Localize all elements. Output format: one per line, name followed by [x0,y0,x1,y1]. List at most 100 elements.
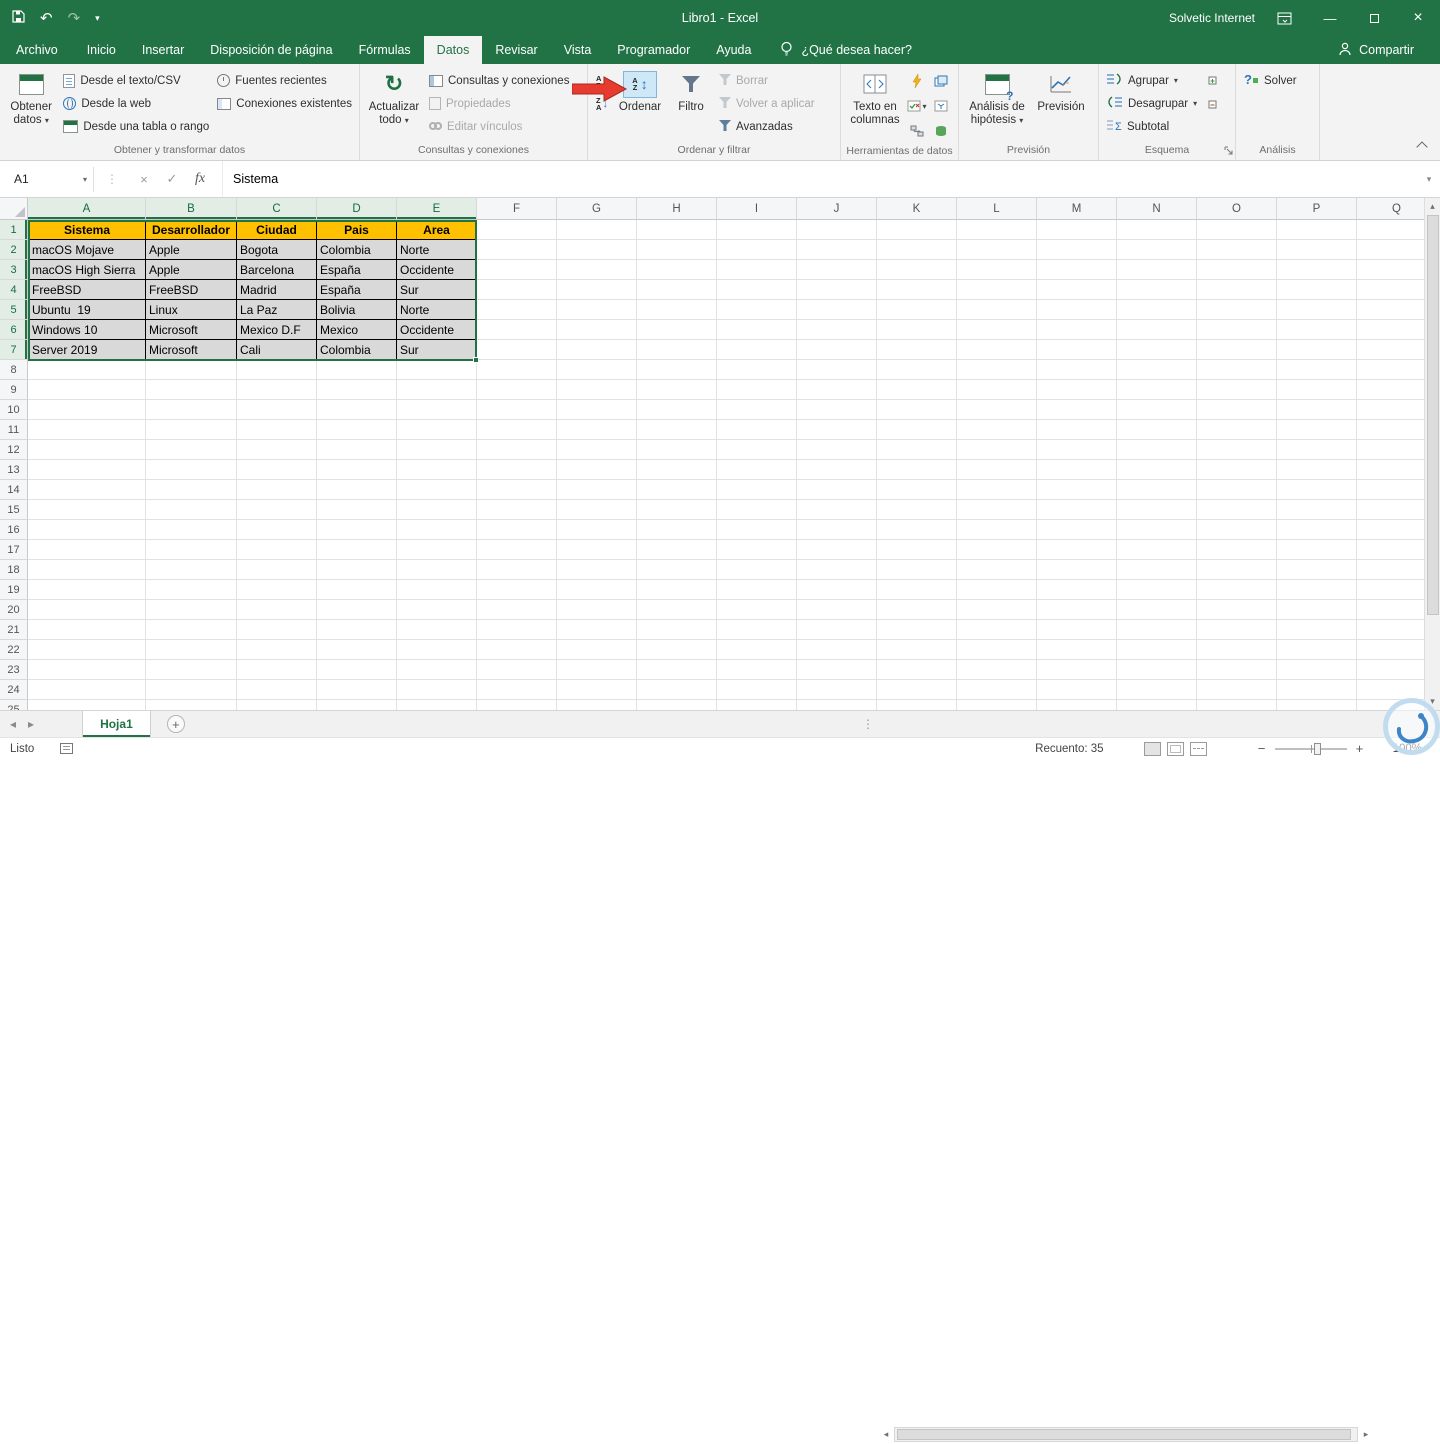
cell-D19[interactable] [317,580,397,600]
cell-F18[interactable] [477,560,557,580]
cell-L18[interactable] [957,560,1037,580]
cell-D15[interactable] [317,500,397,520]
row-header-7[interactable]: 7 [0,340,28,360]
cell-I9[interactable] [717,380,797,400]
cell-K15[interactable] [877,500,957,520]
collapse-ribbon-button[interactable] [1416,140,1428,154]
cell-I14[interactable] [717,480,797,500]
cell-L10[interactable] [957,400,1037,420]
row-header-9[interactable]: 9 [0,380,28,400]
column-header-C[interactable]: C [237,198,317,220]
cell-Q1[interactable] [1357,220,1424,240]
cell-C15[interactable] [237,500,317,520]
cell-M7[interactable] [1037,340,1117,360]
cell-B10[interactable] [146,400,237,420]
cell-H23[interactable] [637,660,717,680]
scroll-left-arrow[interactable]: ◂ [878,1429,894,1440]
column-header-O[interactable]: O [1197,198,1277,220]
cell-H2[interactable] [637,240,717,260]
column-header-K[interactable]: K [877,198,957,220]
cell-J13[interactable] [797,460,877,480]
cell-C25[interactable] [237,700,317,710]
column-header-L[interactable]: L [957,198,1037,220]
tab-disposicion[interactable]: Disposición de página [197,36,345,64]
cell-B8[interactable] [146,360,237,380]
cell-Q22[interactable] [1357,640,1424,660]
column-header-B[interactable]: B [146,198,237,220]
cell-L12[interactable] [957,440,1037,460]
cell-L8[interactable] [957,360,1037,380]
cell-G21[interactable] [557,620,637,640]
horizontal-scroll-thumb[interactable] [897,1429,1351,1440]
refresh-all-button[interactable]: ↻ Actualizar todo ▾ [363,66,425,144]
cell-D11[interactable] [317,420,397,440]
cell-L4[interactable] [957,280,1037,300]
cell-I23[interactable] [717,660,797,680]
row-header-25[interactable]: 25 [0,700,28,710]
cell-C10[interactable] [237,400,317,420]
cell-A3[interactable]: macOS High Sierra [28,260,146,280]
cell-I18[interactable] [717,560,797,580]
column-header-P[interactable]: P [1277,198,1357,220]
ungroup-button[interactable]: Desagrupar ▾ [1102,92,1201,115]
cell-E22[interactable] [397,640,477,660]
cell-Q21[interactable] [1357,620,1424,640]
cell-G11[interactable] [557,420,637,440]
cell-K18[interactable] [877,560,957,580]
save-icon[interactable] [12,10,25,26]
properties-button[interactable]: Propiedades [425,92,573,115]
cell-N19[interactable] [1117,580,1197,600]
cell-M4[interactable] [1037,280,1117,300]
cell-J25[interactable] [797,700,877,710]
row-header-10[interactable]: 10 [0,400,28,420]
cell-K17[interactable] [877,540,957,560]
cell-B7[interactable]: Microsoft [146,340,237,360]
row-header-20[interactable]: 20 [0,600,28,620]
cell-F4[interactable] [477,280,557,300]
cell-Q15[interactable] [1357,500,1424,520]
cell-A17[interactable] [28,540,146,560]
cell-J16[interactable] [797,520,877,540]
row-header-18[interactable]: 18 [0,560,28,580]
cell-K6[interactable] [877,320,957,340]
cell-D25[interactable] [317,700,397,710]
cell-O11[interactable] [1197,420,1277,440]
cell-P11[interactable] [1277,420,1357,440]
cell-G10[interactable] [557,400,637,420]
cell-M20[interactable] [1037,600,1117,620]
data-validation-button[interactable]: ▾ [906,95,928,117]
tab-revisar[interactable]: Revisar [482,36,550,64]
solver-button[interactable]: ? Solver [1239,69,1301,92]
cell-L2[interactable] [957,240,1037,260]
cell-I15[interactable] [717,500,797,520]
cell-Q8[interactable] [1357,360,1424,380]
cell-P10[interactable] [1277,400,1357,420]
sheet-tab-hoja1[interactable]: Hoja1 [82,711,151,737]
row-header-5[interactable]: 5 [0,300,28,320]
cell-J17[interactable] [797,540,877,560]
cell-P14[interactable] [1277,480,1357,500]
cell-G8[interactable] [557,360,637,380]
cell-O18[interactable] [1197,560,1277,580]
cell-L11[interactable] [957,420,1037,440]
scroll-up-arrow[interactable]: ▴ [1425,198,1440,215]
cell-D1[interactable]: Pais [317,220,397,240]
cell-O8[interactable] [1197,360,1277,380]
cell-K2[interactable] [877,240,957,260]
cell-Q13[interactable] [1357,460,1424,480]
sheet-nav-right[interactable]: ▸ [28,717,34,731]
row-header-11[interactable]: 11 [0,420,28,440]
cell-I1[interactable] [717,220,797,240]
tab-scrollbar-splitter[interactable]: ⋮ [862,717,874,731]
cell-J7[interactable] [797,340,877,360]
cell-B11[interactable] [146,420,237,440]
cell-F11[interactable] [477,420,557,440]
cell-C19[interactable] [237,580,317,600]
cell-M23[interactable] [1037,660,1117,680]
cell-B14[interactable] [146,480,237,500]
view-normal-button[interactable] [1143,741,1161,756]
cell-O3[interactable] [1197,260,1277,280]
cell-A21[interactable] [28,620,146,640]
undo-button[interactable]: ↶ [40,11,53,26]
cell-K13[interactable] [877,460,957,480]
